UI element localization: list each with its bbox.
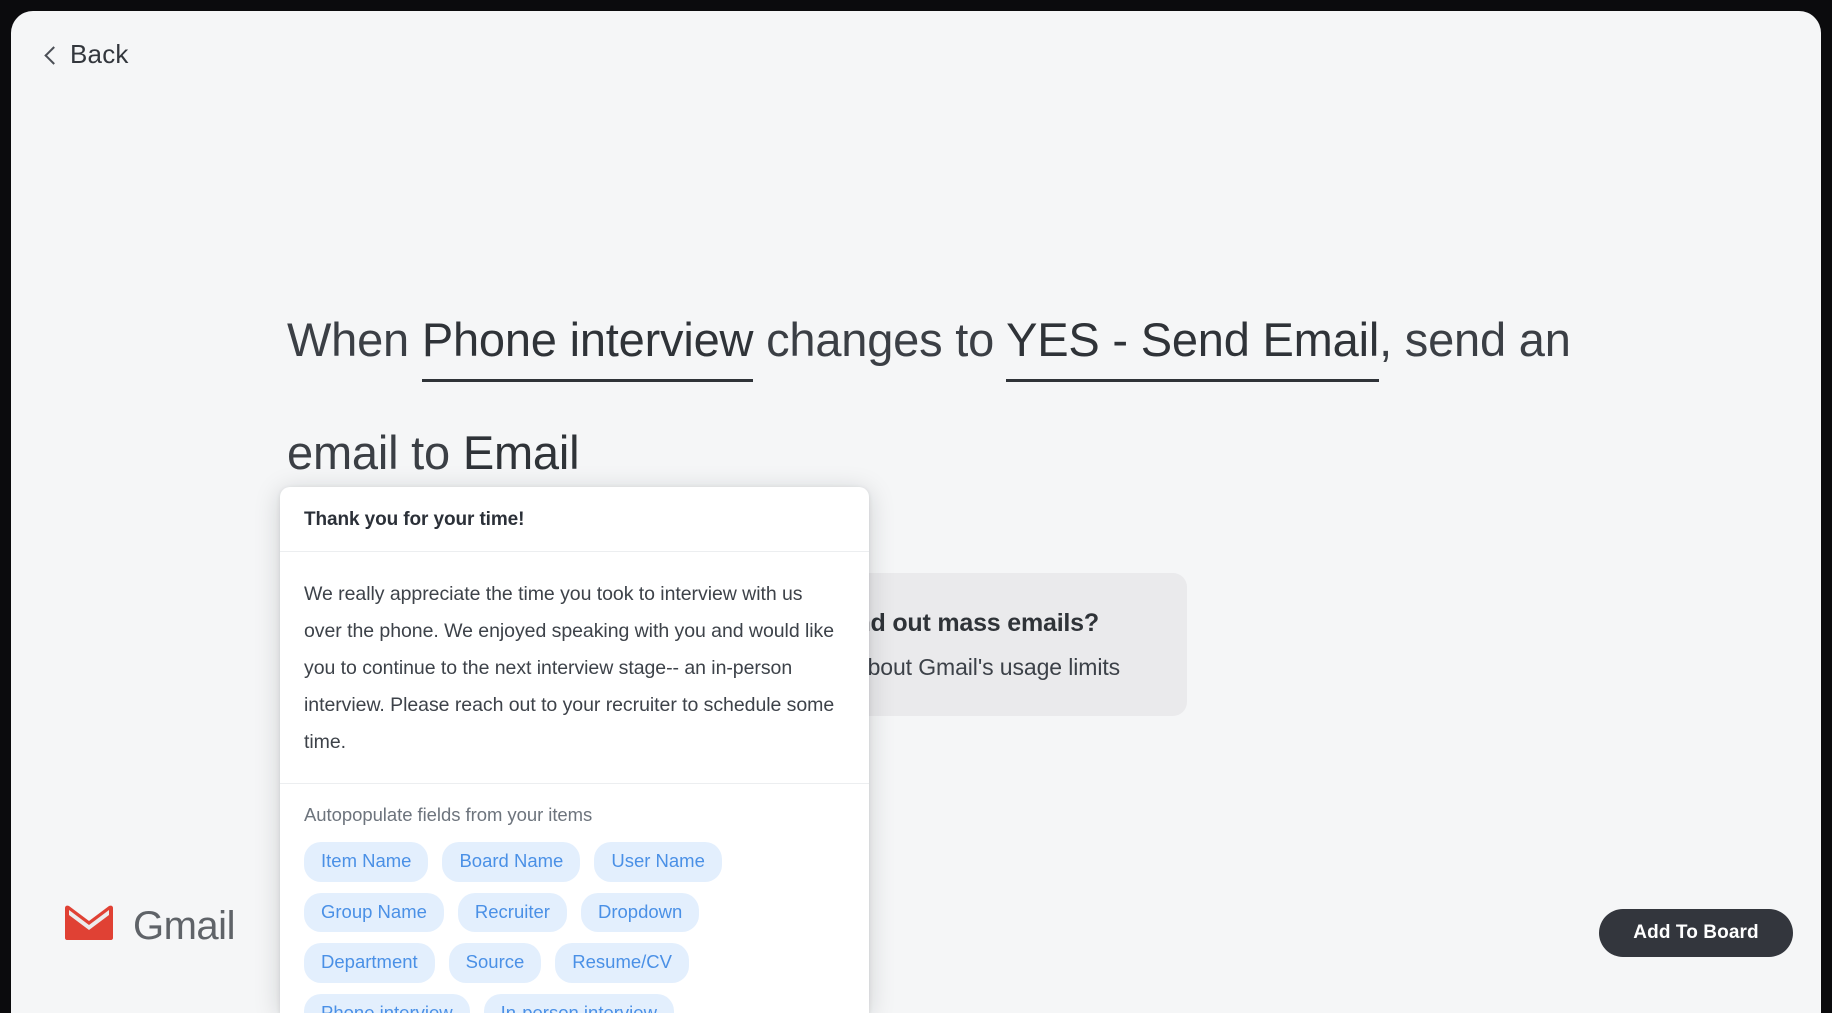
- trigger-value-slot[interactable]: YES - Send Email: [1006, 313, 1379, 366]
- email-template-panel: Thank you for your time! We really appre…: [280, 487, 869, 1013]
- autopopulate-tag[interactable]: Dropdown: [580, 892, 700, 932]
- autopopulate-tag[interactable]: Item Name: [304, 842, 429, 882]
- autopopulate-tag[interactable]: Phone interview: [304, 993, 470, 1013]
- back-button[interactable]: Back: [44, 39, 129, 70]
- sentence-text-1: When: [287, 313, 422, 366]
- autopopulate-fields-section: Autopopulate fields from your items Item…: [280, 784, 869, 1013]
- chevron-left-icon: [44, 45, 63, 65]
- recipient-field-slot[interactable]: Email: [463, 426, 580, 479]
- email-body-row[interactable]: We really appreciate the time you took t…: [280, 552, 869, 784]
- autopopulate-fields-label: Autopopulate fields from your items: [304, 804, 593, 825]
- autopopulate-tag-list: Item Name Board Name User Name Group Name Re…: [304, 842, 804, 1013]
- autopopulate-tag[interactable]: In-person interview: [483, 993, 674, 1013]
- gmail-wordmark: Gmail: [133, 904, 235, 948]
- autopopulate-tag[interactable]: User Name: [594, 842, 722, 882]
- email-subject-row[interactable]: Thank you for your time!: [280, 487, 869, 552]
- device-frame: Back When Phone interview changes to YES…: [0, 0, 1832, 1013]
- autopopulate-tag[interactable]: Department: [304, 943, 435, 983]
- gmail-envelope-icon: [63, 904, 115, 949]
- email-subject-text: Thank you for your time!: [304, 509, 525, 530]
- app-window: Back When Phone interview changes to YES…: [11, 11, 1821, 1013]
- automation-sentence: When Phone interview changes to YES - Se…: [287, 283, 1587, 509]
- gmail-logo: Gmail: [63, 904, 235, 949]
- autopopulate-tag[interactable]: Recruiter: [457, 892, 567, 932]
- autopopulate-tag[interactable]: Resume/CV: [555, 943, 690, 983]
- add-to-board-button[interactable]: Add To Board: [1599, 909, 1793, 957]
- email-body-text: We really appreciate the time you took t…: [304, 583, 835, 753]
- autopopulate-tag[interactable]: Board Name: [442, 842, 581, 882]
- autopopulate-tag[interactable]: Group Name: [304, 892, 444, 932]
- autopopulate-tag[interactable]: Source: [448, 943, 542, 983]
- back-button-label: Back: [70, 39, 129, 69]
- trigger-column-slot[interactable]: Phone interview: [422, 313, 754, 366]
- sentence-text-2: changes to: [753, 313, 1007, 366]
